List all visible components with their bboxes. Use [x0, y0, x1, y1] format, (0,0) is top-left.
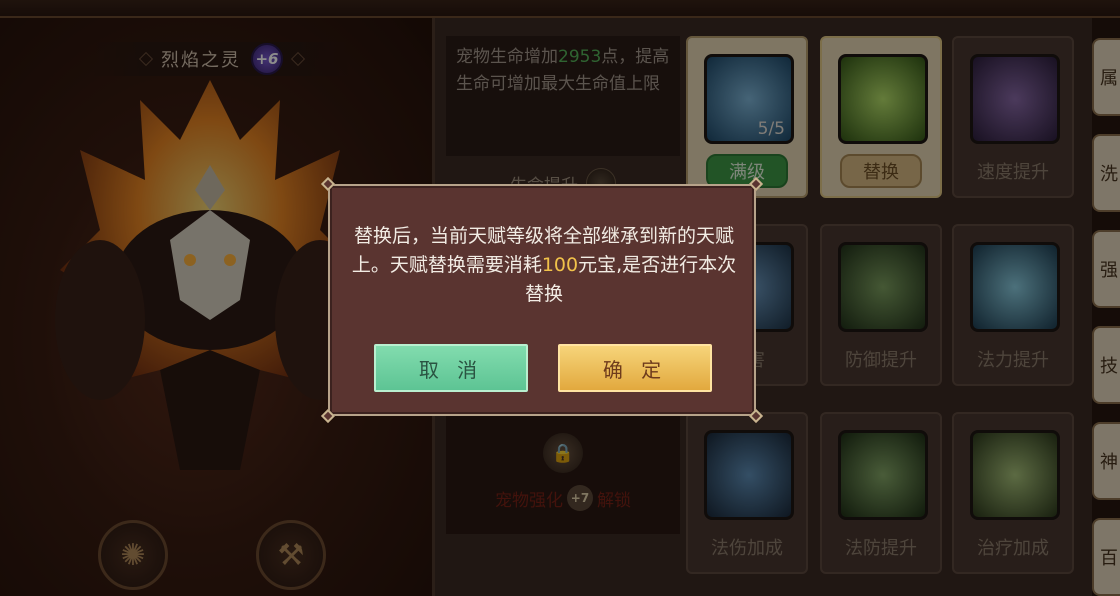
- replace-confirm-dialog: 替换后，当前天赋等级将全部继承到新的天赋上。天赋替换需要消耗100元宝,是否进行…: [320, 176, 764, 424]
- confirm-button[interactable]: 确 定: [558, 344, 712, 392]
- dialog-message: 替换后，当前天赋等级将全部继承到新的天赋上。天赋替换需要消耗100元宝,是否进行…: [348, 222, 740, 309]
- dialog-cost: 100: [541, 254, 579, 276]
- cancel-button[interactable]: 取 消: [374, 344, 528, 392]
